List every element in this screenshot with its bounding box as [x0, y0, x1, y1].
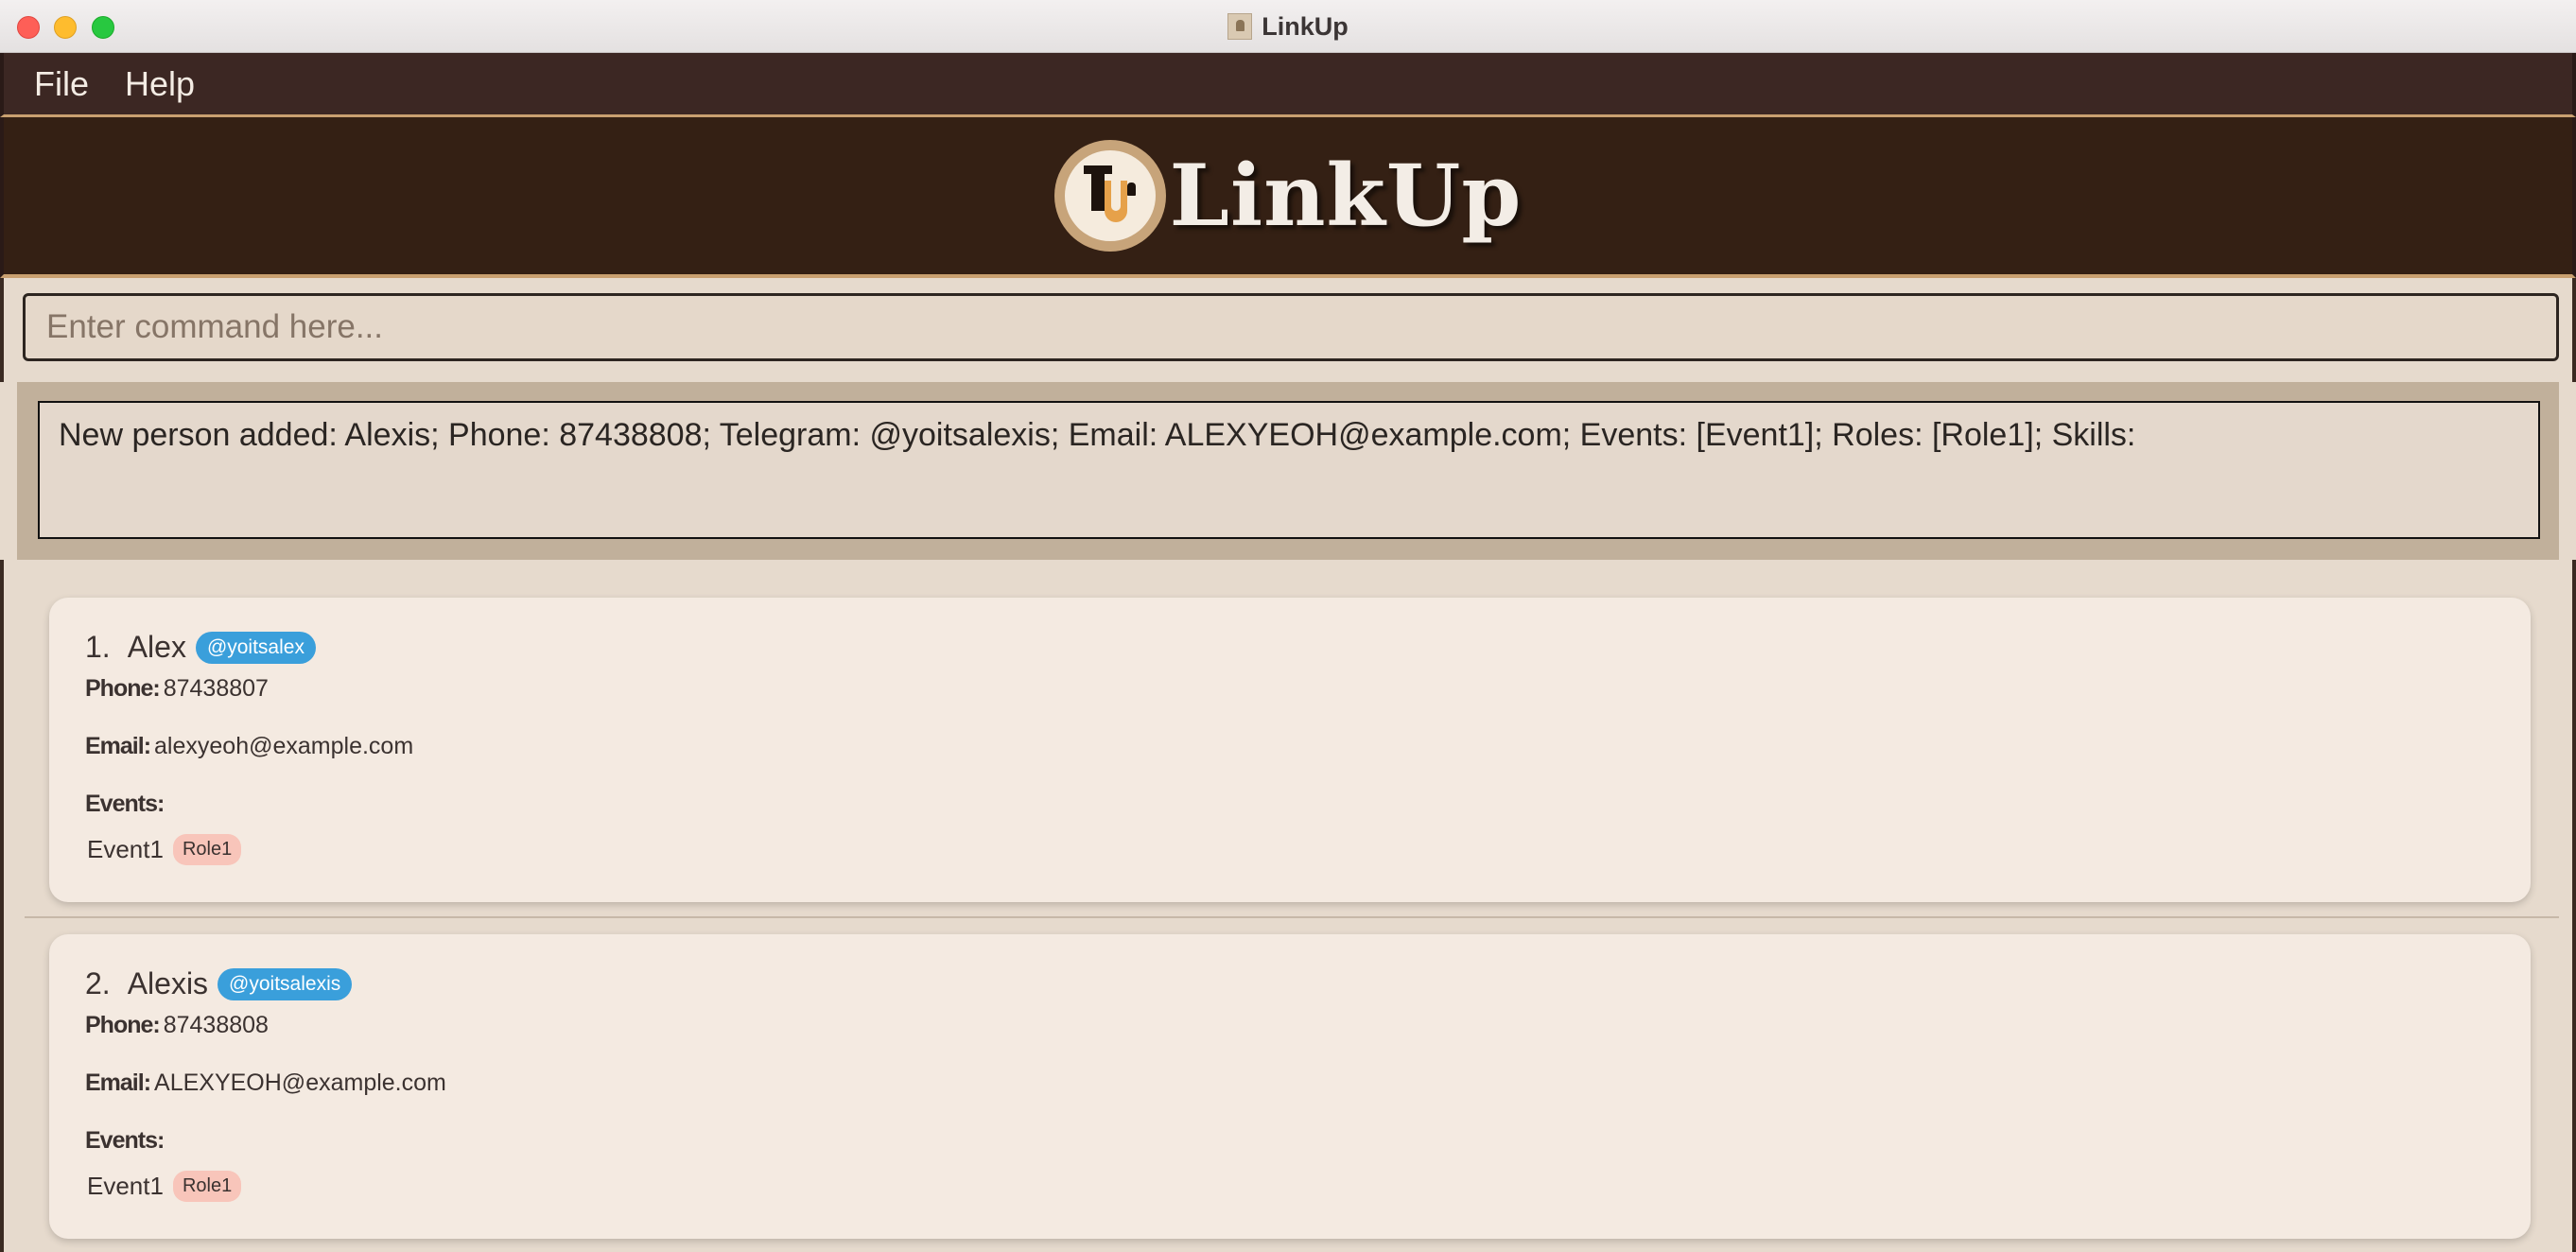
events-label: Events:: [85, 1127, 165, 1154]
linkup-logo-icon: [1053, 140, 1166, 252]
phone-field: Phone: 87438808: [85, 1012, 269, 1039]
menu-help[interactable]: Help: [125, 64, 195, 104]
email-field: Email: ALEXYEOH@example.com: [85, 1069, 446, 1097]
phone-label: Phone:: [85, 1012, 161, 1038]
email-field: Email: alexyeoh@example.com: [85, 733, 413, 760]
result-display: New person added: Alexis; Phone: 8743880…: [38, 401, 2540, 539]
telegram-badge: @yoitsalexis: [218, 967, 353, 1000]
email-label: Email:: [85, 1069, 151, 1096]
result-display-panel: New person added: Alexis; Phone: 8743880…: [17, 382, 2559, 560]
menu-file[interactable]: File: [34, 64, 89, 104]
email-label: Email:: [85, 733, 151, 759]
person-list[interactable]: 1. Alex @yoitsalex Phone: 87438807 Email…: [0, 560, 2576, 1252]
email-value: ALEXYEOH@example.com: [154, 1069, 446, 1096]
events-field: Events:: [85, 791, 167, 818]
events-field: Events:: [85, 1127, 167, 1155]
person-index: 1.: [85, 630, 111, 664]
list-separator: [25, 916, 2559, 918]
events-label: Events:: [85, 791, 165, 817]
event-name: Event1: [87, 1172, 164, 1200]
person-name: Alexis: [127, 966, 209, 1000]
command-box: [0, 278, 2576, 382]
person-card[interactable]: 1. Alex @yoitsalex Phone: 87438807 Email…: [49, 598, 2531, 902]
window-titlebar: LinkUp: [0, 0, 2576, 53]
menu-bar: File Help: [0, 53, 2576, 117]
phone-label: Phone:: [85, 675, 161, 702]
command-input[interactable]: [23, 293, 2559, 361]
phone-field: Phone: 87438807: [85, 675, 269, 703]
event-name: Event1: [87, 835, 164, 863]
person-name: Alex: [127, 630, 186, 664]
app-banner: LinkUp: [0, 117, 2576, 278]
window-title: LinkUp: [1262, 11, 1349, 41]
phone-value: 87438807: [163, 675, 269, 702]
person-index: 2.: [85, 966, 111, 1000]
app-icon: [1227, 13, 1253, 40]
role-badge: Role1: [172, 1171, 242, 1202]
telegram-badge: @yoitsalex: [195, 631, 316, 664]
person-card[interactable]: 2. Alexis @yoitsalexis Phone: 87438808 E…: [49, 934, 2531, 1239]
banner-logo-text: LinkUp: [1169, 146, 1523, 246]
email-value: alexyeoh@example.com: [154, 733, 414, 759]
phone-value: 87438808: [163, 1012, 269, 1038]
role-badge: Role1: [172, 834, 242, 865]
